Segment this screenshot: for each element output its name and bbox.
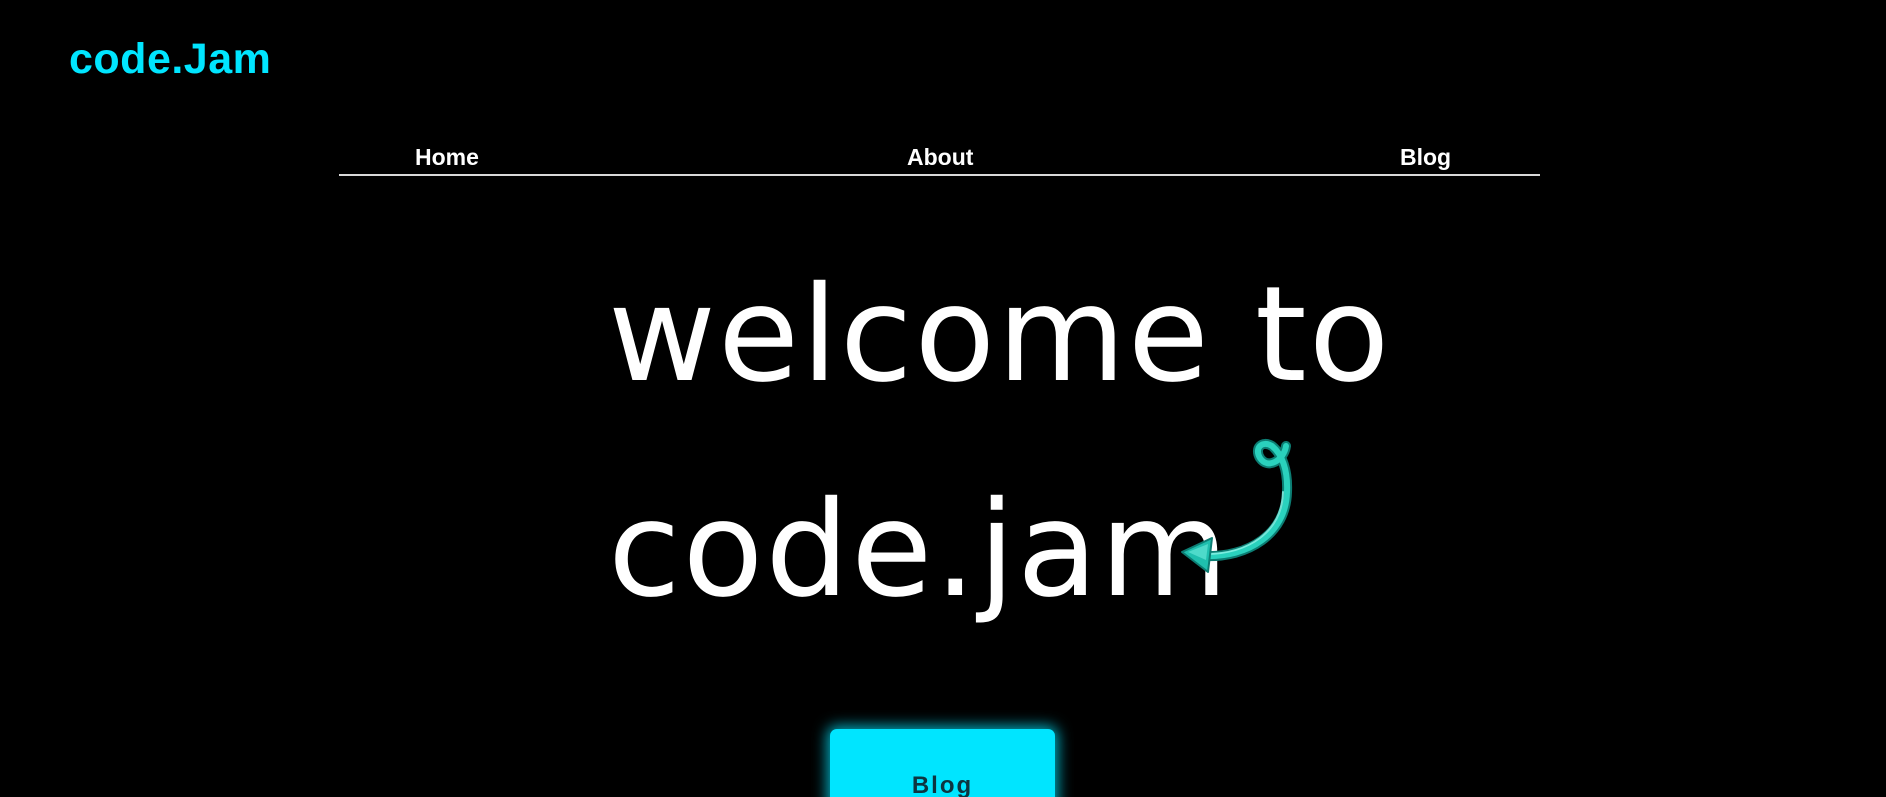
- nav-link-about[interactable]: About: [907, 146, 973, 169]
- nav-link-home[interactable]: Home: [415, 146, 479, 169]
- main-nav: Home About Blog: [339, 140, 1540, 176]
- nav-link-blog[interactable]: Blog: [1400, 146, 1451, 169]
- blog-button[interactable]: Blog: [830, 729, 1055, 797]
- hero-heading-line-1: welcome to: [608, 258, 1392, 412]
- curly-arrow-left-icon: [1181, 438, 1293, 573]
- site-logo[interactable]: code.Jam: [69, 38, 271, 81]
